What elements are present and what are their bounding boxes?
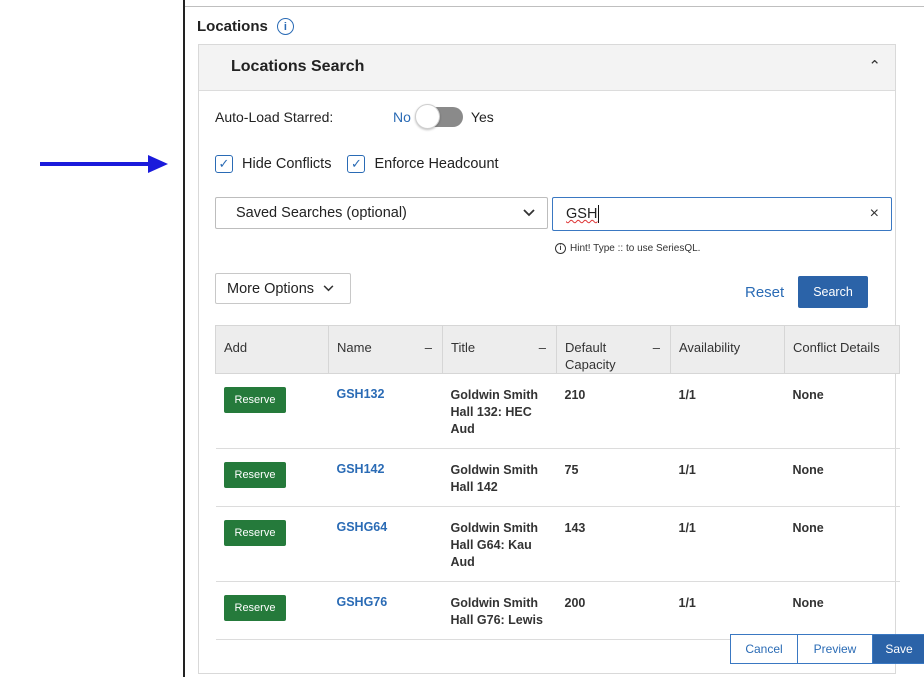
- search-input[interactable]: GSH ×: [552, 197, 892, 231]
- reserve-button[interactable]: Reserve: [223, 387, 287, 413]
- enforce-headcount-option[interactable]: ✓ Enforce Headcount: [347, 155, 499, 173]
- search-hint: i Hint! Type :: to use SeriesQL.: [555, 243, 700, 254]
- table-header-row: Add Name – Title – Default Capacity – Avail…: [215, 325, 900, 374]
- saved-searches-select[interactable]: Saved Searches (optional): [215, 197, 548, 229]
- location-title: Goldwin Smith Hall 142: [450, 463, 539, 494]
- reset-link[interactable]: Reset: [745, 284, 784, 301]
- conflict-value: None: [792, 388, 824, 402]
- locations-search-card: Locations Search ⌃ Auto-Load Starred: No…: [198, 44, 900, 674]
- save-button[interactable]: Save: [873, 635, 924, 663]
- availability-value: 1/1: [678, 521, 696, 535]
- conflict-value: None: [792, 521, 824, 535]
- search-value: GSH: [566, 205, 598, 222]
- chevron-up-icon[interactable]: ⌃: [868, 57, 881, 75]
- toggle-no-label: No: [393, 109, 411, 125]
- availability-value: 1/1: [678, 388, 696, 402]
- results-table: Add Name – Title – Default Capacity – Avail…: [215, 325, 900, 640]
- reserve-button[interactable]: Reserve: [223, 520, 287, 546]
- availability-value: 1/1: [678, 596, 696, 610]
- info-icon: i: [555, 243, 566, 254]
- location-title: Goldwin Smith Hall 132: HEC Aud: [450, 388, 539, 436]
- card-header[interactable]: Locations Search ⌃: [199, 45, 895, 91]
- divider: [185, 6, 924, 7]
- column-header-title[interactable]: Title –: [442, 325, 557, 374]
- text-cursor: [598, 205, 600, 223]
- column-header-add: Add: [215, 325, 329, 374]
- capacity-value: 75: [564, 463, 579, 477]
- section-title: Locations: [197, 18, 268, 35]
- card-title: Locations Search: [231, 58, 365, 75]
- search-button[interactable]: Search: [798, 276, 868, 308]
- hide-conflicts-label: Hide Conflicts: [242, 156, 332, 172]
- autoload-toggle[interactable]: [414, 104, 463, 129]
- chevron-down-icon: [523, 209, 535, 217]
- reserve-button[interactable]: Reserve: [223, 462, 287, 488]
- conflict-value: None: [792, 463, 824, 477]
- table-row: Reserve GSHG76 Goldwin Smith Hall G76: L…: [215, 581, 900, 640]
- location-title: Goldwin Smith Hall G76: Lewis: [450, 596, 543, 627]
- toggle-knob[interactable]: [414, 104, 440, 129]
- capacity-value: 200: [564, 596, 586, 610]
- table-row: Reserve GSH132 Goldwin Smith Hall 132: H…: [215, 373, 900, 449]
- cancel-button[interactable]: Cancel: [731, 635, 798, 663]
- capacity-value: 143: [564, 521, 586, 535]
- location-link[interactable]: GSHG64: [337, 520, 388, 534]
- autoload-row: Auto-Load Starred: No Yes: [215, 104, 494, 129]
- annotation-arrow-icon: [40, 155, 168, 173]
- footer-actions: Cancel Preview Save: [730, 634, 924, 664]
- column-header-conflict: Conflict Details: [784, 325, 900, 374]
- section-heading: Locations i: [197, 18, 294, 35]
- locations-panel: Locations i Locations Search ⌃ Auto-Load…: [183, 0, 924, 677]
- location-link[interactable]: GSHG76: [337, 595, 388, 609]
- clear-icon[interactable]: ×: [870, 205, 879, 223]
- location-title: Goldwin Smith Hall G64: Kau Aud: [450, 521, 539, 569]
- location-link[interactable]: GSH142: [337, 462, 385, 476]
- location-link[interactable]: GSH132: [337, 387, 385, 401]
- checkbox-checked-icon[interactable]: ✓: [347, 155, 366, 173]
- preview-button[interactable]: Preview: [798, 635, 873, 663]
- sort-dash-icon: –: [652, 340, 660, 355]
- table-row: Reserve GSH142 Goldwin Smith Hall 142 75…: [215, 448, 900, 507]
- sort-dash-icon: –: [424, 340, 432, 355]
- hide-conflicts-option[interactable]: ✓ Hide Conflicts: [215, 155, 331, 173]
- capacity-value: 210: [564, 388, 586, 402]
- column-header-capacity[interactable]: Default Capacity –: [556, 325, 671, 374]
- enforce-headcount-label: Enforce Headcount: [374, 156, 499, 172]
- conflict-value: None: [792, 596, 824, 610]
- column-header-availability: Availability: [670, 325, 785, 374]
- more-options-button[interactable]: More Options: [215, 273, 351, 304]
- reserve-button[interactable]: Reserve: [223, 595, 287, 621]
- sort-dash-icon: –: [538, 340, 546, 355]
- checkbox-checked-icon[interactable]: ✓: [215, 155, 233, 173]
- info-icon[interactable]: i: [276, 18, 294, 35]
- autoload-label: Auto-Load Starred:: [215, 109, 334, 125]
- checkbox-row: ✓ Hide Conflicts ✓ Enforce Headcount: [215, 155, 515, 173]
- availability-value: 1/1: [678, 463, 696, 477]
- hint-text: Hint! Type :: to use SeriesQL.: [570, 243, 701, 254]
- saved-searches-label: Saved Searches (optional): [236, 205, 407, 221]
- column-header-name[interactable]: Name –: [328, 325, 443, 374]
- more-options-label: More Options: [227, 280, 315, 297]
- table-row: Reserve GSHG64 Goldwin Smith Hall G64: K…: [215, 506, 900, 582]
- chevron-down-icon: [323, 285, 334, 292]
- toggle-yes-label: Yes: [470, 109, 494, 125]
